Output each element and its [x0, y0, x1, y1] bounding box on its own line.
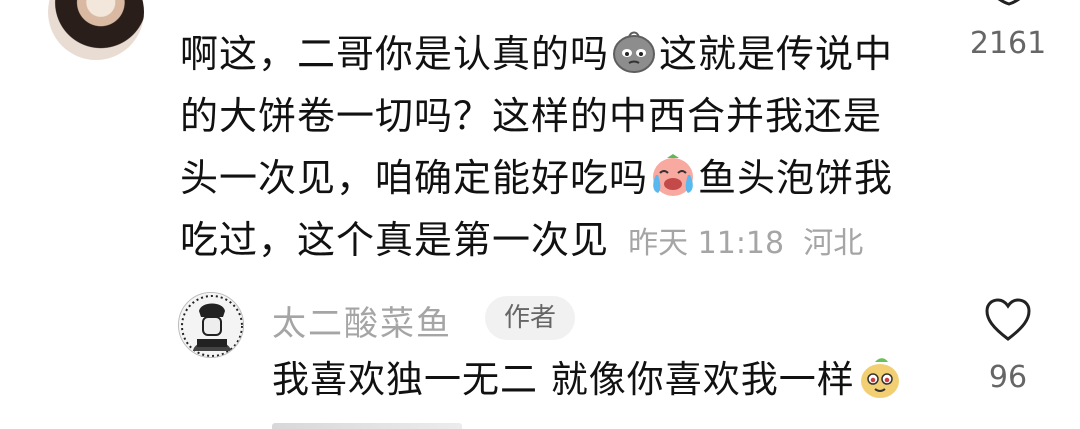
comment-text[interactable]: 啊这，二哥你是认真的吗 这就是传说中的大饼卷一切吗？这样的中西合并我还是头一次见… [180, 23, 910, 275]
heart-icon[interactable] [985, 0, 1033, 6]
reply-text-content: 我喜欢独一无二 就像你喜欢我一样 [272, 358, 855, 401]
reply-text[interactable]: 我喜欢独一无二 就像你喜欢我一样 [272, 352, 905, 408]
crying-laughing-emoji-icon [653, 154, 694, 196]
author-badge: 作者 [485, 296, 575, 340]
heart-icon[interactable] [983, 297, 1033, 343]
comment-time: 昨天 11:18 [628, 226, 785, 261]
reply-author-avatar[interactable] [178, 292, 244, 358]
sad-potato-emoji-icon [613, 31, 656, 73]
next-comment-partial [272, 423, 462, 429]
commenter-avatar[interactable] [48, 0, 144, 60]
reply-author-name[interactable]: 太二酸菜鱼 [272, 296, 452, 345]
comment-location: 河北 [803, 226, 864, 261]
reply-like-count: 96 [988, 360, 1028, 395]
comment-like-count: 2161 [969, 26, 1047, 61]
cute-face-emoji-icon [860, 358, 899, 398]
chef-avatar-icon [179, 293, 243, 357]
comment-text-part1: 啊这，二哥你是认真的吗 [180, 32, 610, 76]
